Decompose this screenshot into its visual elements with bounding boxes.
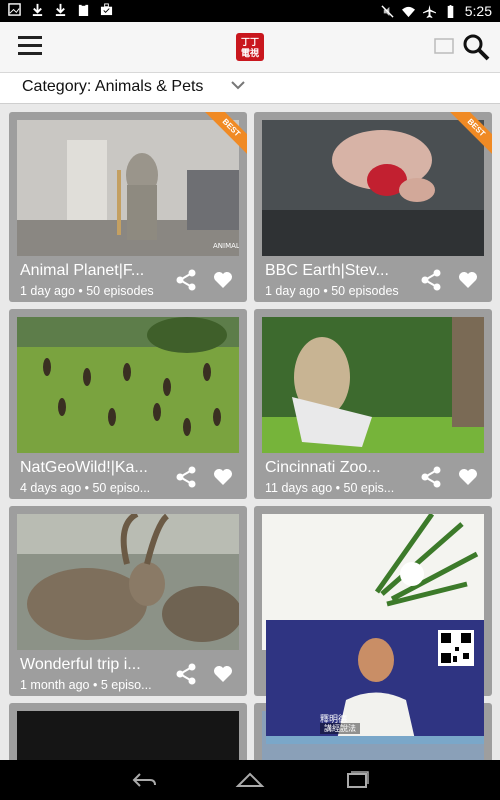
heart-icon[interactable] [213,665,233,683]
pip-video-player[interactable]: 釋明德 講經說法 [266,620,484,744]
share-icon[interactable] [175,466,197,488]
video-card[interactable]: ANIMAL BEST Animal Planet|F... 1 day ago… [9,112,247,302]
video-card[interactable]: Cincinnati Zoo... 11 days ago • 50 epis.… [254,309,492,499]
svg-text:電視: 電視 [241,47,259,59]
image-icon [8,3,21,16]
airplane-icon [422,4,436,18]
menu-icon[interactable] [18,36,42,56]
video-meta: 1 day ago • 50 episodes [20,284,154,298]
system-nav-bar [0,760,500,800]
thumbnail-image[interactable] [262,317,484,453]
download-icon [32,3,43,16]
thumbnail-image[interactable] [17,317,239,453]
mute-icon [381,4,394,18]
status-bar: 5:25 [0,0,500,22]
heart-icon[interactable] [458,468,478,486]
share-icon[interactable] [420,466,442,488]
thumbnail-image[interactable] [17,711,239,760]
thumbnail-image[interactable] [17,514,239,650]
clipboard-icon [78,3,89,16]
home-icon[interactable] [235,770,265,790]
app-bar: 丁丁 電視 [0,22,500,73]
video-meta: 1 month ago • 5 episo... [20,678,152,692]
video-meta: 11 days ago • 50 epis... [265,481,395,495]
category-label: Category: Animals & Pets [22,78,204,95]
share-icon[interactable] [175,269,197,291]
svg-text:ANIMAL: ANIMAL [213,242,239,250]
download-icon [55,3,66,16]
recents-icon[interactable] [342,770,372,790]
best-badge: BEST [449,112,492,155]
share-icon[interactable] [175,663,197,685]
video-card[interactable]: BEST BBC Earth|Stev... 1 day ago • 50 ep… [254,112,492,302]
video-title: Animal Planet|F... [20,262,145,279]
video-meta: 1 day ago • 50 episodes [265,284,399,298]
pip-video-frame [266,620,484,744]
briefcase-icon [100,3,113,16]
pip-caption-subtitle: 講經說法 [320,723,360,734]
heart-icon[interactable] [213,271,233,289]
video-title: NatGeoWild!|Ka... [20,459,148,476]
battery-icon [447,4,454,18]
video-card[interactable]: NatGeoWild!|Ka... 4 days ago • 50 episo.… [9,309,247,499]
video-card[interactable] [9,703,247,760]
share-icon[interactable] [420,269,442,291]
heart-icon[interactable] [458,271,478,289]
logo-mark: 丁丁 電視 [241,37,259,59]
video-title: BBC Earth|Stev... [265,262,389,279]
search-icon[interactable] [462,33,490,61]
app-logo: 丁丁 電視 [236,33,264,61]
wifi-icon [401,6,415,17]
heart-icon[interactable] [213,468,233,486]
video-card[interactable]: Wonderful trip i... 1 month ago • 5 epis… [9,506,247,696]
video-title: Cincinnati Zoo... [265,459,381,476]
back-icon[interactable] [128,770,158,790]
chevron-down-icon[interactable] [230,79,246,91]
best-badge: BEST [204,112,247,155]
svg-text:丁丁: 丁丁 [241,37,259,48]
video-title: Wonderful trip i... [20,656,141,673]
clock: 5:25 [464,3,492,19]
category-selector[interactable]: Category: Animals & Pets [0,73,500,104]
video-meta: 4 days ago • 50 episo... [20,481,151,495]
cast-icon[interactable] [434,38,454,54]
